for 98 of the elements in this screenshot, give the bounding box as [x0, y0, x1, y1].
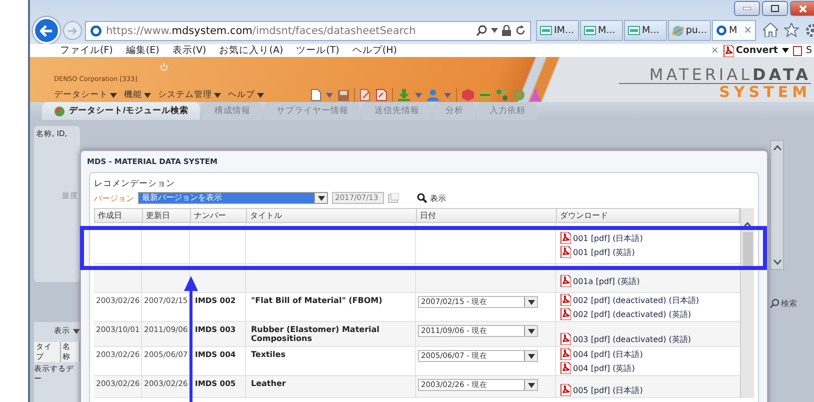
- caret-icon: [782, 48, 789, 53]
- panel-title: レコメンデーション: [94, 178, 176, 190]
- app-tab[interactable]: データシート/モジュール検索: [42, 102, 200, 120]
- column-header[interactable]: 作成日: [95, 209, 143, 222]
- scroll-up-icon[interactable]: [772, 145, 782, 151]
- menu-item[interactable]: ファイル(F): [60, 44, 113, 57]
- tab-close-button[interactable]: ×: [744, 25, 752, 36]
- caret-icon: [444, 92, 451, 98]
- download-link[interactable]: 004 [pdf] (日本語): [560, 348, 736, 360]
- scroll-thumb[interactable]: [742, 232, 752, 266]
- page-icon: [584, 26, 596, 35]
- caret-icon: [110, 92, 117, 98]
- star-icon[interactable]: [784, 23, 799, 37]
- lock-icon: [502, 25, 511, 36]
- site-icon: [90, 24, 102, 36]
- molecule-icon[interactable]: [496, 89, 508, 101]
- download-link[interactable]: 001a [pdf] (英語): [560, 275, 736, 287]
- table-cell: Textiles: [246, 347, 416, 375]
- caret-icon: [214, 92, 221, 98]
- pdf-icon: [560, 275, 571, 287]
- caret-icon: [144, 92, 151, 98]
- search-icon: [770, 299, 779, 308]
- caret-icon: [257, 92, 264, 98]
- caret-icon: [318, 196, 324, 200]
- table-cell: Rubber (Elastomer) Material Compositions: [246, 322, 416, 346]
- page-icon: [540, 26, 552, 35]
- scroll-up-icon[interactable]: [743, 222, 752, 228]
- caret-icon: [491, 28, 498, 33]
- logo-text: SYSTEM: [719, 84, 811, 100]
- close-toolbar-button[interactable]: ×: [710, 45, 719, 56]
- document-icon[interactable]: [311, 89, 321, 101]
- column-header[interactable]: 更新日: [143, 209, 191, 222]
- app-menu[interactable]: データシート: [54, 89, 117, 101]
- app-menu[interactable]: 機能: [124, 89, 151, 101]
- flask-icon[interactable]: [530, 89, 541, 101]
- minimize-icon: [743, 7, 751, 10]
- table-cell: Leather: [246, 376, 416, 397]
- app-menu[interactable]: システム管理: [158, 89, 221, 101]
- address-field[interactable]: https://www.mdsystem.com/imdsnt/faces/datasheetSearch: [85, 20, 531, 40]
- table-cell: "Flat Bill of Material" (FBOM): [246, 293, 416, 321]
- edit-document-icon[interactable]: [360, 89, 371, 101]
- pdf-icon: [560, 362, 571, 374]
- menu-item[interactable]: ヘルプ(H): [352, 44, 397, 57]
- home-icon[interactable]: [763, 23, 778, 37]
- field-label: バージョン: [94, 192, 134, 204]
- convert-button[interactable]: Convert: [722, 44, 778, 56]
- pdf-icon: [560, 308, 571, 320]
- version-dropdown[interactable]: 最新バージョンを表示: [138, 192, 328, 204]
- download-link[interactable]: 003 [pdf] (deactivated) (英語): [560, 333, 736, 345]
- globe-icon: [672, 24, 684, 36]
- browser-tab[interactable]: IM...: [536, 20, 579, 41]
- search-icon[interactable]: [476, 25, 487, 36]
- scroll-down-icon[interactable]: [772, 259, 782, 265]
- refresh-icon[interactable]: [515, 25, 526, 36]
- browser-tab[interactable]: M...: [580, 20, 623, 41]
- column-header[interactable]: ナンバー: [191, 209, 247, 222]
- caret-icon: [528, 300, 534, 304]
- download-link[interactable]: 004 [pdf] (英語): [560, 362, 736, 374]
- minimize-button[interactable]: [734, 1, 760, 16]
- browser-tab[interactable]: M ×: [712, 20, 756, 41]
- toolbar-item[interactable]: S: [806, 45, 812, 56]
- maximize-button[interactable]: [762, 1, 788, 16]
- site-icon: [716, 25, 727, 36]
- column-header[interactable]: 日付: [417, 209, 557, 222]
- caret-icon: [528, 328, 534, 334]
- caret-icon: [326, 92, 333, 98]
- menu-item[interactable]: ツール(T): [296, 44, 340, 57]
- back-button[interactable]: [33, 17, 60, 44]
- download-link[interactable]: 002 [pdf] (deactivated) (英語): [560, 308, 736, 320]
- app-menu[interactable]: ヘルプ: [228, 89, 264, 101]
- forward-arrow-icon: [68, 26, 77, 34]
- browser-tab[interactable]: M...: [624, 20, 667, 41]
- close-button[interactable]: [790, 1, 814, 16]
- pdf-icon: [560, 246, 571, 258]
- column-header[interactable]: タイトル: [247, 209, 417, 222]
- caret-icon: [73, 328, 80, 334]
- download-link[interactable]: 001 [pdf] (日本語): [560, 232, 736, 244]
- caret-icon: [528, 354, 534, 358]
- search-button[interactable]: 検索: [770, 298, 797, 309]
- download-link[interactable]: 005 [pdf] (日本語): [560, 384, 736, 396]
- show-button[interactable]: 表示: [417, 192, 446, 204]
- caret-icon: [415, 92, 422, 98]
- menu-item[interactable]: お気に入り(A): [219, 44, 284, 57]
- scrollbar[interactable]: [770, 140, 784, 270]
- page-icon: [628, 26, 640, 35]
- menu-item[interactable]: 表示(V): [172, 44, 206, 57]
- pdf-icon: [560, 232, 571, 244]
- download-link[interactable]: 002 [pdf] (deactivated) (日本語): [560, 294, 736, 306]
- caret-icon: [528, 382, 534, 388]
- download-link[interactable]: 001 [pdf] (英語): [560, 246, 736, 258]
- browser-tab[interactable]: pu...: [668, 20, 711, 41]
- menu-item[interactable]: 編集(E): [126, 44, 160, 57]
- back-arrow-icon: [40, 24, 53, 36]
- ball-icon[interactable]: [513, 89, 525, 101]
- search-icon: [417, 193, 427, 203]
- scrollbar[interactable]: [740, 208, 754, 398]
- maximize-icon: [771, 5, 779, 12]
- close-icon: [798, 4, 806, 12]
